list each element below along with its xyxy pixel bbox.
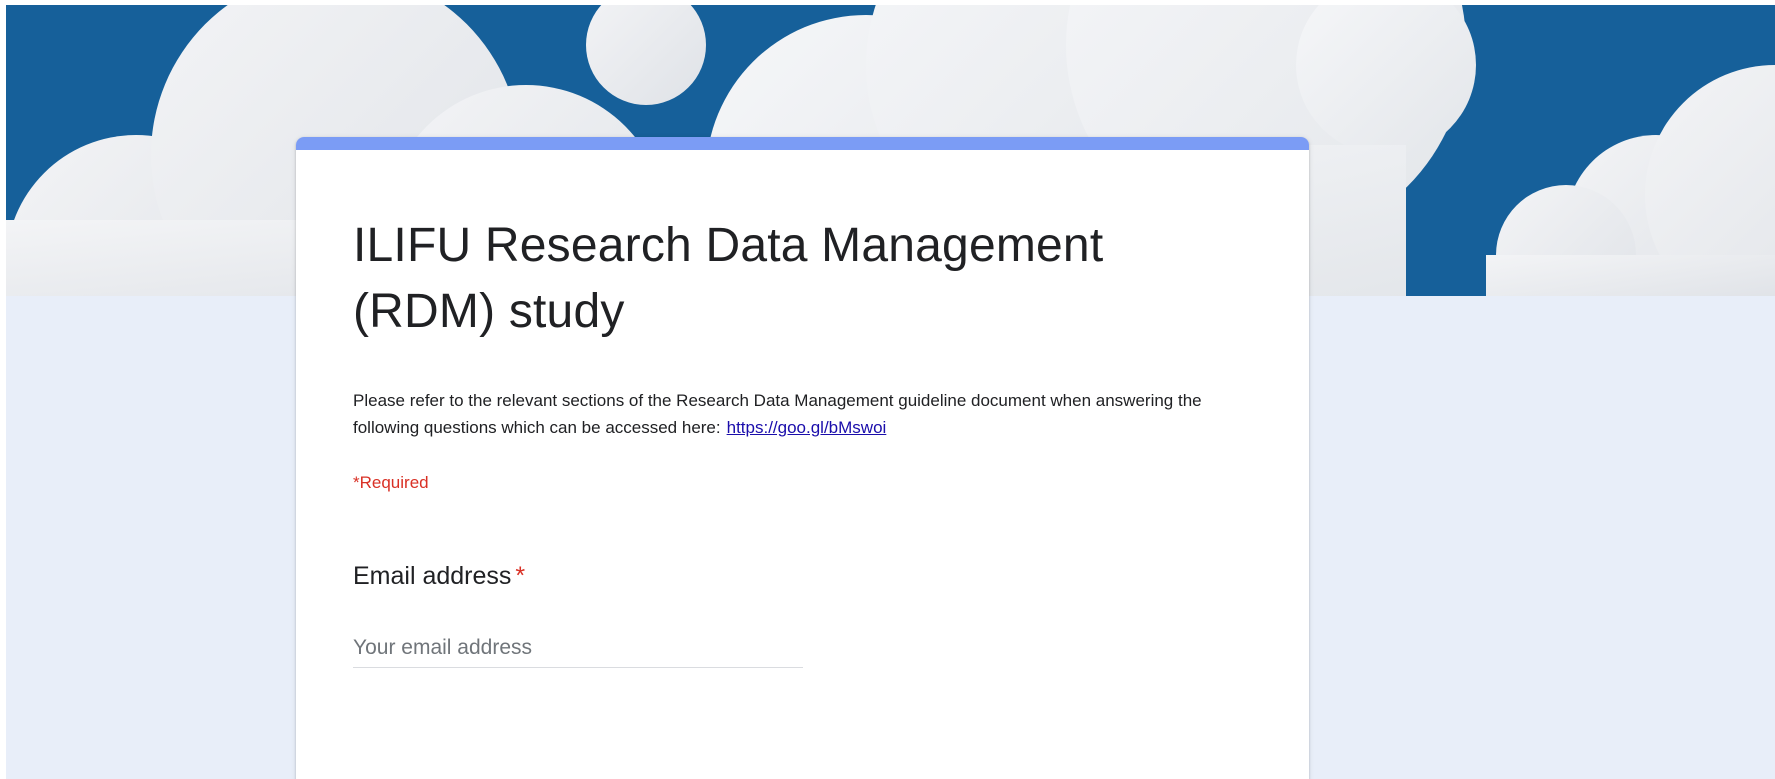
required-asterisk: * — [515, 562, 526, 590]
page: ILIFU Research Data Management (RDM) stu… — [0, 0, 1775, 779]
form-header-card: ILIFU Research Data Management (RDM) stu… — [296, 137, 1309, 779]
email-input[interactable] — [353, 629, 803, 668]
card-accent-bar — [296, 137, 1309, 150]
form-title: ILIFU Research Data Management (RDM) stu… — [353, 219, 1104, 338]
form-description: Please refer to the relevant sections of… — [353, 387, 1253, 441]
question-title-text: Email address — [353, 562, 512, 590]
required-note: *Required — [353, 473, 429, 492]
cloud-far-right — [1486, 65, 1775, 296]
form-background: ILIFU Research Data Management (RDM) stu… — [6, 5, 1775, 779]
question-title: Email address * — [353, 559, 1253, 593]
question-email: Email address * — [353, 559, 1253, 668]
guideline-link[interactable]: https://goo.gl/bMswoi — [727, 418, 887, 437]
